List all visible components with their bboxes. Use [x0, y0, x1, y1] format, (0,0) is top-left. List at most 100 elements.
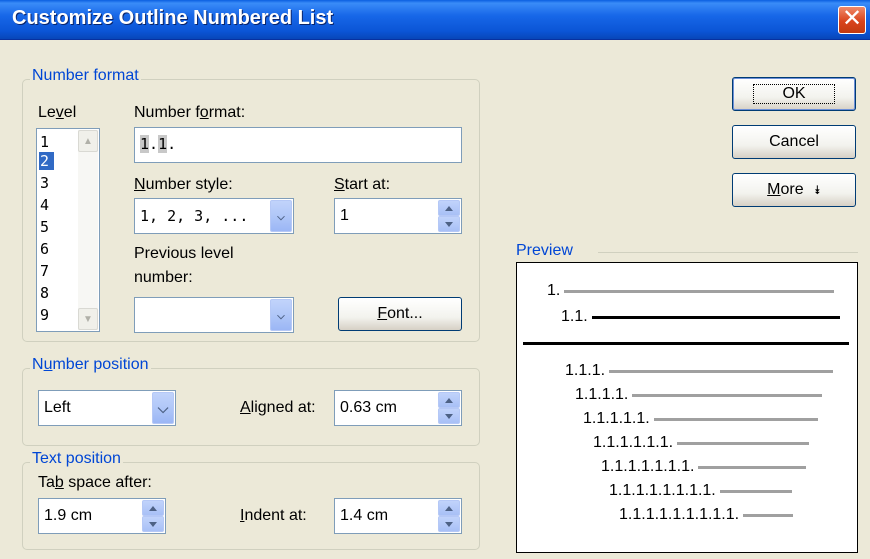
preview-pane: 1. 1.1. 1.1.1. 1.1.1.1. 1.1.1.1.1. 1.1.1…: [516, 262, 858, 553]
dropdown-button[interactable]: ⌵: [152, 392, 174, 424]
format-separator: .: [149, 135, 159, 153]
level-label: Level: [38, 104, 77, 121]
indent-at-label: Indent at:: [240, 507, 307, 524]
list-item[interactable]: 6: [39, 240, 54, 258]
preview-row: 1.1.1.1.: [575, 385, 823, 405]
number-alignment-value: Left: [44, 399, 71, 416]
preview-row: 1.1.1.1.1.: [583, 409, 818, 429]
format-field-level1: 1: [140, 135, 150, 153]
dropdown-button[interactable]: ⌵: [270, 200, 292, 232]
spin-up-button[interactable]: [438, 200, 460, 216]
preview-number: 1.1.: [561, 308, 588, 325]
chevron-down-icon: ⌵: [276, 307, 286, 323]
preview-text-line: [609, 369, 834, 373]
number-style-select[interactable]: 1, 2, 3, ... ⌵: [134, 198, 294, 234]
ok-button[interactable]: OK: [732, 77, 856, 111]
list-item[interactable]: 1: [39, 133, 54, 151]
cancel-button[interactable]: Cancel: [732, 125, 856, 159]
spin-up-button[interactable]: [142, 500, 164, 516]
preview-text-line: [564, 289, 835, 293]
format-separator: .: [167, 135, 177, 153]
list-item[interactable]: 9: [39, 306, 54, 324]
chevron-down-icon: ▼: [83, 313, 93, 325]
spin-up-button[interactable]: [438, 500, 460, 516]
tab-space-value: 1.9 cm: [44, 507, 93, 524]
number-position-legend: Number position: [30, 356, 151, 374]
font-button[interactable]: Font...: [338, 297, 462, 331]
tab-space-spinner[interactable]: 1.9 cm: [38, 498, 166, 534]
list-item[interactable]: 7: [39, 262, 54, 280]
arrow-up-icon: [445, 505, 453, 511]
preview-row: 1.1.1.: [565, 361, 834, 381]
preview-text-line: [719, 489, 792, 493]
dropdown-button[interactable]: ⌵: [270, 299, 292, 331]
more-button-label: More: [767, 181, 804, 198]
arrow-down-icon: [149, 521, 157, 527]
start-at-value: 1: [340, 207, 349, 224]
list-item[interactable]: 4: [39, 196, 54, 214]
previous-level-select[interactable]: ⌵: [134, 297, 294, 333]
number-format-label: Number format:: [134, 104, 246, 121]
preview-number: 1.1.1.1.: [575, 386, 629, 403]
previous-level-label-2: number:: [134, 269, 193, 286]
preview-number: 1.1.1.1.1.1.: [593, 434, 674, 451]
indent-at-spinner[interactable]: 1.4 cm: [334, 498, 462, 534]
aligned-at-spin[interactable]: [438, 392, 460, 424]
preview-number: 1.1.1.1.1.: [583, 410, 650, 427]
more-button[interactable]: More ⯯: [732, 173, 856, 207]
list-item[interactable]: 5: [39, 218, 54, 236]
start-at-label: Start at:: [334, 176, 391, 193]
preview-text-line: [523, 341, 849, 345]
preview-number: 1.1.1.1.1.1.1.1.: [609, 482, 716, 499]
list-item[interactable]: 2: [39, 152, 54, 170]
spin-down-button[interactable]: [438, 216, 460, 232]
level-listbox[interactable]: 1 2 3 4 5 6 7 8 9 ▲ ▼: [36, 128, 100, 332]
preview-number: 1.1.1.1.1.1.1.: [601, 458, 695, 475]
chevron-down-icon: ⌵: [157, 399, 169, 416]
chevron-up-icon: ▲: [83, 135, 93, 147]
number-style-value: 1, 2, 3, ...: [140, 207, 249, 225]
arrow-down-icon: [445, 413, 453, 419]
aligned-at-value: 0.63 cm: [340, 399, 397, 416]
indent-at-spin[interactable]: [438, 500, 460, 532]
number-style-label: Number style:: [134, 176, 233, 193]
preview-text-line: [591, 315, 840, 319]
preview-separator: [598, 252, 858, 253]
preview-text-line: [653, 417, 818, 421]
start-at-spin[interactable]: [438, 200, 460, 232]
number-alignment-select[interactable]: Left ⌵: [38, 390, 176, 426]
preview-row: 1.1.1.1.1.1.1.1.: [609, 481, 792, 501]
preview-number: 1.1.1.1.1.1.1.1.1.: [619, 506, 740, 523]
tab-space-spin[interactable]: [142, 500, 164, 532]
list-item[interactable]: 3: [39, 174, 54, 192]
preview-row: [523, 333, 849, 353]
preview-text-line: [632, 393, 823, 397]
spin-down-button[interactable]: [438, 408, 460, 424]
format-field-level2: 1: [158, 135, 168, 153]
number-format-input[interactable]: 1.1.: [134, 127, 462, 163]
list-item[interactable]: 8: [39, 284, 54, 302]
preview-row: 1.1.: [561, 307, 840, 327]
arrow-down-icon: [445, 221, 453, 227]
aligned-at-spinner[interactable]: 0.63 cm: [334, 390, 462, 426]
arrow-up-icon: [445, 205, 453, 211]
ok-button-label: OK: [753, 84, 835, 104]
tab-space-label: Tab space after:: [38, 474, 152, 491]
level-scrollbar[interactable]: ▲ ▼: [78, 130, 98, 330]
preview-row: 1.: [547, 281, 835, 301]
start-at-spinner[interactable]: 1: [334, 198, 462, 234]
spin-down-button[interactable]: [438, 516, 460, 532]
close-button[interactable]: ✕: [838, 6, 866, 34]
preview-number: 1.1.1.: [565, 362, 606, 379]
scroll-down-button[interactable]: ▼: [78, 308, 98, 330]
arrow-up-icon: [149, 505, 157, 511]
text-position-legend: Text position: [30, 450, 123, 468]
preview-row: 1.1.1.1.1.1.1.: [601, 457, 807, 477]
spin-down-button[interactable]: [142, 516, 164, 532]
title-bar[interactable]: Customize Outline Numbered List ✕: [0, 0, 870, 40]
previous-level-label-1: Previous level: [134, 245, 234, 262]
spin-up-button[interactable]: [438, 392, 460, 408]
indent-at-value: 1.4 cm: [340, 507, 389, 524]
arrow-down-icon: [445, 521, 453, 527]
scroll-up-button[interactable]: ▲: [78, 130, 98, 152]
